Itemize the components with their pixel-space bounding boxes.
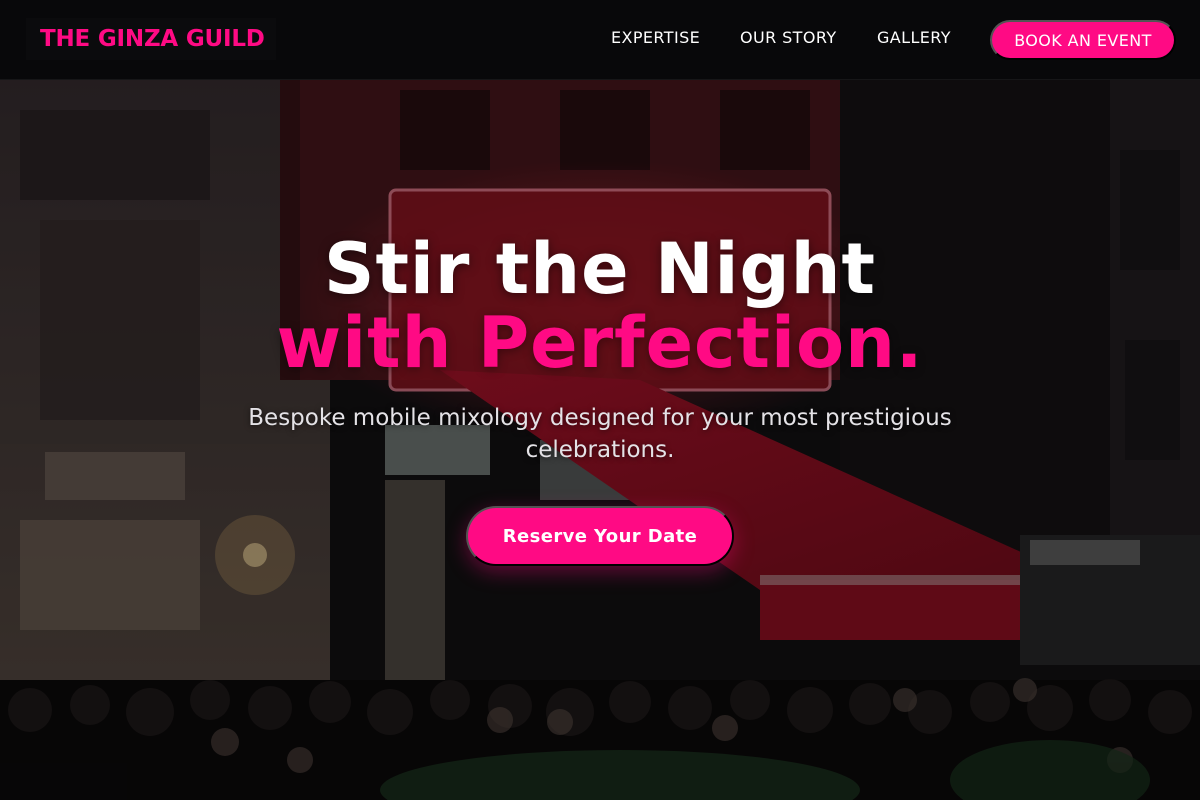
hero-subtitle: Bespoke mobile mixology designed for you…	[248, 405, 952, 463]
site-logo[interactable]: THE GINZA GUILD	[26, 18, 276, 60]
reserve-date-button[interactable]: Reserve Your Date	[466, 506, 734, 566]
nav-link-gallery[interactable]: GALLERY	[877, 28, 951, 47]
nav-link-expertise[interactable]: EXPERTISE	[611, 28, 700, 47]
hero-title-line1: Stir the Night	[324, 228, 876, 310]
hero-title-line2: with Perfection.	[276, 302, 924, 384]
hero-background-image	[0, 0, 1200, 800]
book-event-button[interactable]: BOOK AN EVENT	[990, 20, 1176, 60]
hero-title: Stir the Night with Perfection.	[0, 232, 1200, 380]
site-header: THE GINZA GUILD EXPERTISE OUR STORY GALL…	[0, 0, 1200, 80]
nav-link-our-story[interactable]: OUR STORY	[740, 28, 837, 47]
